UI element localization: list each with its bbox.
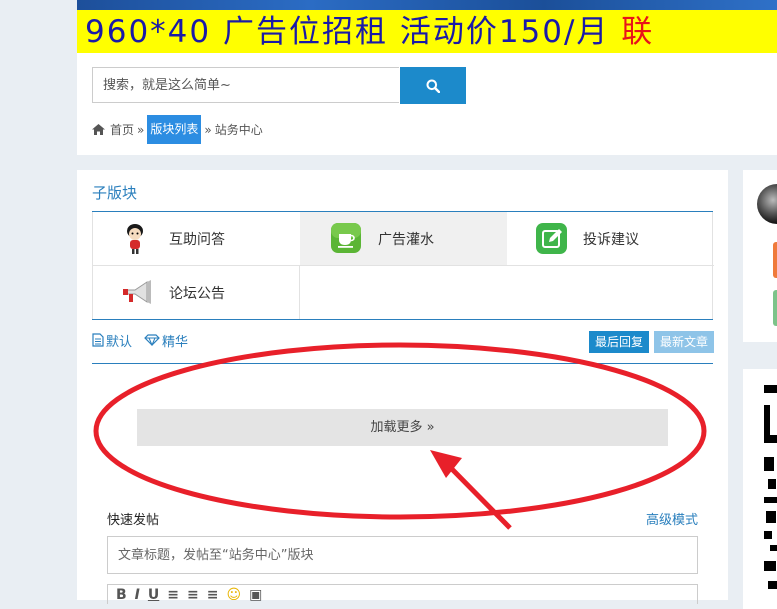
breadcrumb-forum-list[interactable]: 版块列表 [147,115,202,144]
align-left-icon[interactable]: ≡ [187,587,199,603]
sort-newest-button[interactable]: 最新文章 [654,331,715,353]
search-icon [426,79,440,93]
cartoon-mascot-icon [121,222,155,256]
user-panel [743,170,777,342]
image-icon[interactable]: ▣ [249,587,262,603]
italic-icon[interactable]: I [135,587,140,603]
subforum-grid: 互助问答 广告灌水 投诉建议 论坛公告 [92,212,714,320]
subforum-item-help[interactable]: 互助问答 [93,212,300,265]
search-input[interactable] [92,67,399,103]
subforum-item-announcements[interactable]: 论坛公告 [93,266,300,319]
divider [299,265,300,319]
top-banner [77,0,777,10]
breadcrumb-current-forum: 站务中心 [214,123,263,137]
ad-text: 960*40 广告位招租 活动价150/月 [85,14,622,50]
ad-banner[interactable]: 960*40 广告位招租 活动价150/月 联 [77,10,777,53]
bold-icon[interactable]: B [116,587,127,603]
load-more-button[interactable]: 加载更多 » [137,409,668,446]
subforum-label: 互助问答 [169,231,225,248]
edit-icon [535,222,569,256]
subforum-label: 投诉建议 [583,231,639,248]
breadcrumb-home[interactable]: 首页 [110,121,134,138]
ad-text-red: 联 [621,14,655,50]
home-icon [92,124,105,135]
avatar[interactable] [757,184,777,224]
editor-toolbar: B I U ≡ ≡ ≡ ☺ ▣ [107,584,698,604]
teacup-icon [330,222,364,256]
document-icon [92,333,104,347]
post-title-input[interactable] [107,536,698,574]
diamond-icon [144,334,160,346]
filter-default[interactable]: 默认 [106,331,132,350]
smiley-icon[interactable]: ☺ [226,587,241,603]
filter-row: 默认 精华 [92,330,188,350]
subforum-item-feedback[interactable]: 投诉建议 [507,212,714,265]
subforum-title: 子版块 [92,184,138,202]
side-button-green[interactable] [773,290,777,326]
breadcrumb-separator: » [204,122,212,137]
divider [92,363,713,364]
advanced-mode-link[interactable]: 高级模式 [646,509,698,528]
quick-post-title: 快速发帖 [107,513,160,528]
subforum-label: 论坛公告 [169,285,225,302]
subforum-item-ads[interactable]: 广告灌水 [300,212,507,265]
search-button[interactable] [400,67,466,104]
megaphone-icon [121,276,155,310]
header-panel: 首页 » 版块列表 » 站务中心 [77,53,777,155]
subforum-label: 广告灌水 [378,231,434,248]
qr-panel [743,369,777,609]
underline-icon[interactable]: U [148,587,159,603]
breadcrumb-separator: » [137,122,145,137]
qr-code [764,385,777,605]
sort-last-reply-button[interactable]: 最后回复 [589,331,650,353]
main-panel: 子版块 互助问答 广告灌水 投诉建议 论坛公告 默认 精华 最后回复 最新文章 … [77,170,728,604]
side-button-orange[interactable] [773,242,777,278]
filter-digest[interactable]: 精华 [162,331,188,350]
align-center-icon[interactable]: ≡ [207,587,219,603]
divider [92,319,713,320]
breadcrumb: 首页 » 版块列表 » 站务中心 [92,115,263,144]
color-icon[interactable]: ≡ [167,587,179,603]
